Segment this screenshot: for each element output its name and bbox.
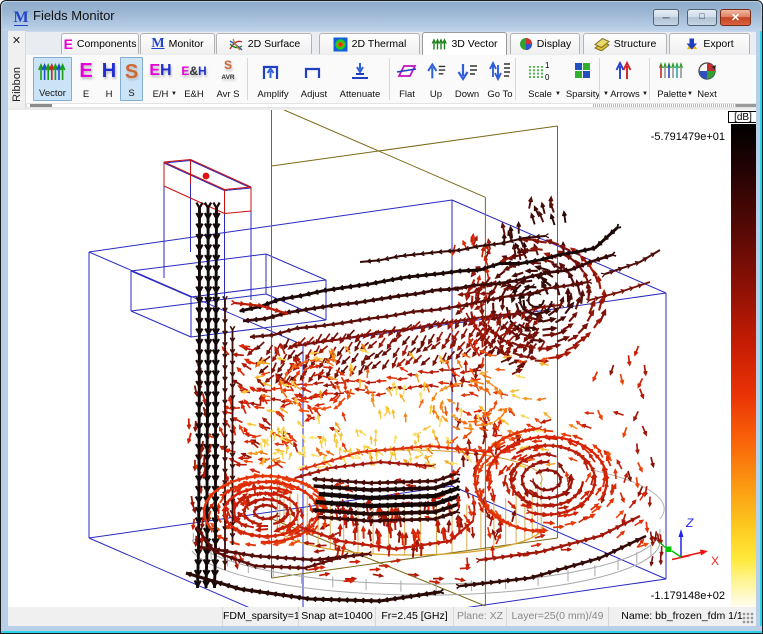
svg-text:1: 1 xyxy=(545,61,550,70)
svg-text:X: X xyxy=(711,554,719,568)
svg-text:0: 0 xyxy=(545,73,550,82)
svg-text:Z: Z xyxy=(685,516,694,530)
